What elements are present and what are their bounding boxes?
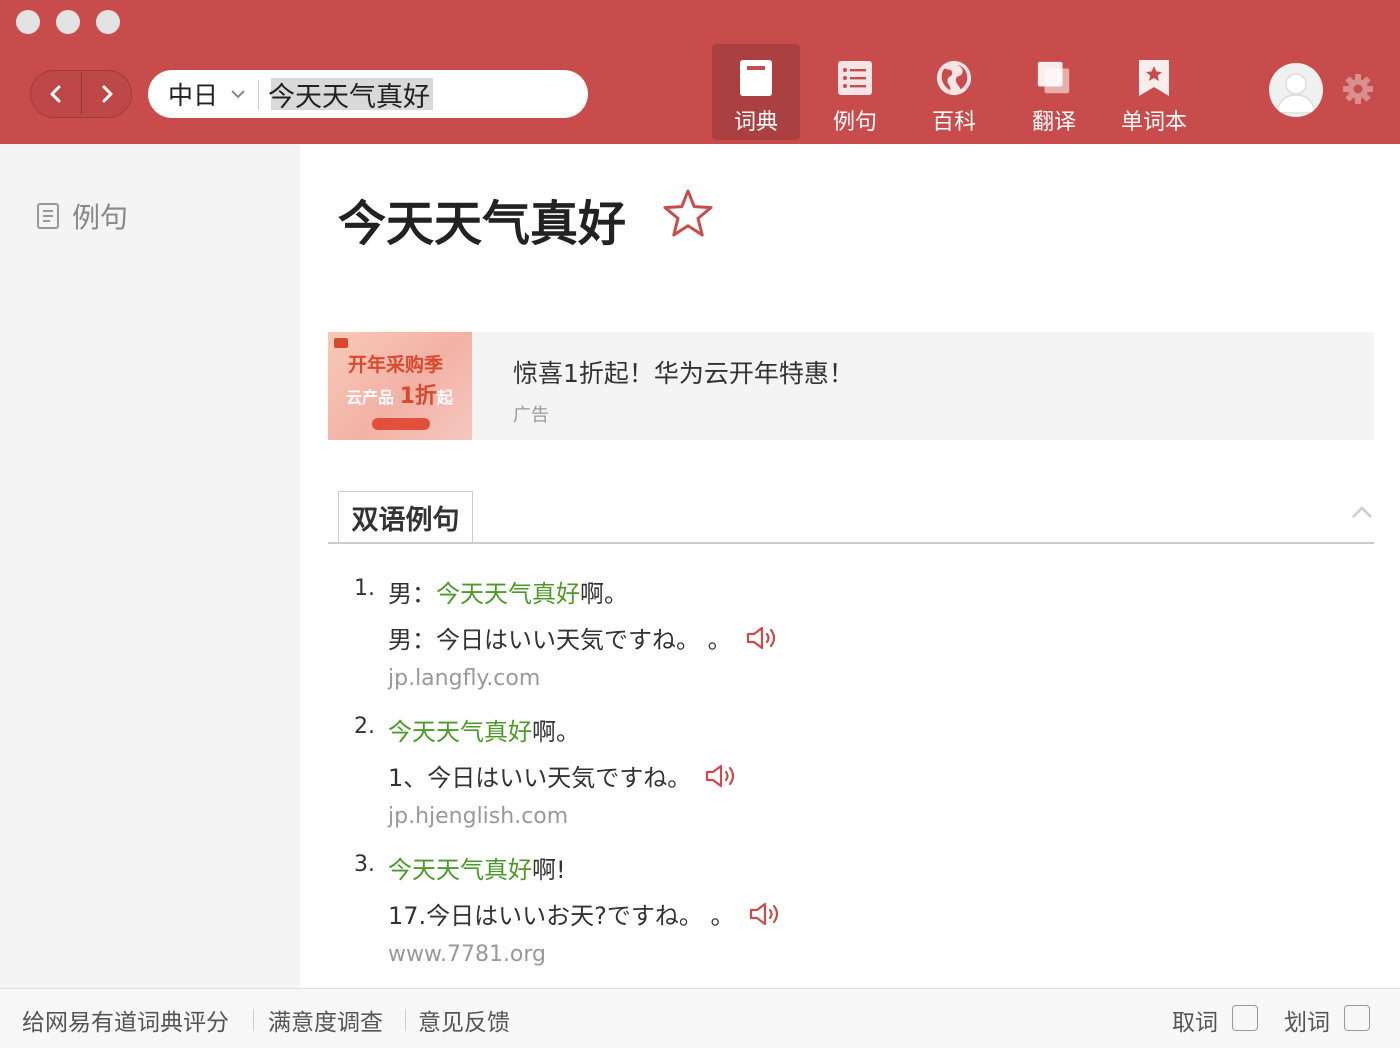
rate-app-link[interactable]: 给网易有道词典评分 bbox=[22, 1003, 229, 1037]
sidebar-item-label: 例句 bbox=[72, 201, 129, 234]
search-divider bbox=[258, 80, 259, 110]
example-source-link[interactable]: jp.langfly.com bbox=[388, 666, 540, 691]
avatar[interactable] bbox=[1269, 63, 1323, 117]
window-zoom-button[interactable] bbox=[96, 10, 120, 34]
chevron-left-icon bbox=[50, 85, 61, 102]
ad-image-text: 开年采购季 bbox=[348, 354, 444, 376]
quword-checkbox[interactable] bbox=[1232, 1005, 1258, 1031]
section-title: 双语例句 bbox=[351, 505, 460, 536]
footer-divider bbox=[253, 1009, 254, 1031]
forward-button[interactable] bbox=[82, 71, 132, 116]
tab-examples[interactable]: 例句 bbox=[811, 44, 899, 140]
speaker-icon[interactable] bbox=[705, 764, 739, 788]
example-translation-text: 1、今日はいい天気ですね。 bbox=[388, 764, 692, 792]
search-box: 中日 bbox=[148, 70, 588, 118]
chevron-up-icon[interactable] bbox=[1350, 504, 1374, 520]
main-content: 今天天气真好 开年采购季 云产品 1折起 惊喜1折起！华为云开年特惠！ 广告 双… bbox=[300, 144, 1400, 988]
footer: 给网易有道词典评分 满意度调查 意见反馈 取词 划词 bbox=[0, 988, 1400, 1048]
bookmark-icon bbox=[1139, 60, 1169, 96]
tab-dictionary[interactable]: 词典 bbox=[712, 44, 800, 140]
document-icon bbox=[37, 203, 59, 229]
back-button[interactable] bbox=[31, 71, 81, 116]
section-divider bbox=[328, 542, 1374, 544]
example-suffix: 啊。 bbox=[580, 580, 628, 608]
tab-label: 例句 bbox=[832, 110, 877, 135]
example-source-sentence: 今天天气真好啊。 bbox=[388, 712, 580, 747]
example-translation: 17.今日はいいお天?ですね。 。 bbox=[388, 896, 783, 931]
example-translation: 1、今日はいい天気ですね。 bbox=[388, 758, 739, 793]
tab-label: 词典 bbox=[733, 110, 778, 135]
example-translation-text: 男：今日はいい天気ですね。 。 bbox=[388, 626, 732, 654]
quword-label: 取词 bbox=[1172, 1010, 1218, 1036]
dictionary-icon bbox=[740, 60, 772, 96]
ad-image: 开年采购季 云产品 1折起 bbox=[328, 332, 472, 440]
ad-image-text-b: 1折 bbox=[399, 384, 437, 409]
toolbar: 中日 词典 例句 百科 翻译 单词本 bbox=[0, 0, 1400, 144]
ad-tag: 广告 bbox=[513, 405, 549, 426]
footer-divider bbox=[405, 1009, 406, 1031]
ad-image-text: 云产品 1折起 bbox=[346, 378, 453, 410]
search-input[interactable] bbox=[268, 76, 568, 112]
gear-icon[interactable] bbox=[1341, 72, 1375, 106]
window-close-button[interactable] bbox=[16, 10, 40, 34]
huawei-logo-icon bbox=[334, 338, 348, 348]
chevron-right-icon bbox=[102, 85, 113, 102]
ad-image-text-a: 云产品 bbox=[346, 388, 395, 407]
example-source-link[interactable]: jp.hjenglish.com bbox=[388, 804, 568, 829]
example-number: 2. bbox=[354, 714, 375, 739]
headword: 今天天气真好 bbox=[338, 196, 627, 252]
list-icon bbox=[838, 61, 872, 95]
feedback-link[interactable]: 意见反馈 bbox=[418, 1003, 510, 1037]
star-icon[interactable] bbox=[662, 188, 714, 240]
tab-translate[interactable]: 翻译 bbox=[1010, 44, 1098, 140]
huaci-label: 划词 bbox=[1284, 1010, 1330, 1036]
example-number: 3. bbox=[354, 852, 375, 877]
tab-bilingual-examples[interactable]: 双语例句 bbox=[338, 491, 473, 543]
ad-banner[interactable]: 开年采购季 云产品 1折起 惊喜1折起！华为云开年特惠！ 广告 bbox=[328, 332, 1374, 440]
language-select-label: 中日 bbox=[168, 81, 219, 110]
example-suffix: 啊。 bbox=[532, 718, 580, 746]
translate-icon bbox=[1037, 61, 1070, 94]
ad-image-button bbox=[372, 418, 430, 430]
language-select[interactable]: 中日 bbox=[168, 70, 246, 118]
example-source-sentence: 今天天气真好啊! bbox=[388, 850, 566, 885]
huaci-checkbox[interactable] bbox=[1344, 1005, 1370, 1031]
example-highlight: 今天天气真好 bbox=[436, 580, 580, 608]
example-highlight: 今天天气真好 bbox=[388, 856, 532, 884]
sidebar-item-examples[interactable]: 例句 bbox=[36, 196, 128, 236]
tab-encyclopedia[interactable]: 百科 bbox=[910, 44, 998, 140]
survey-link[interactable]: 满意度调查 bbox=[268, 1003, 383, 1037]
user-icon bbox=[1276, 73, 1316, 114]
tab-label: 百科 bbox=[931, 110, 976, 135]
example-suffix: 啊! bbox=[532, 856, 566, 884]
globe-icon bbox=[936, 60, 972, 96]
example-prefix: 男： bbox=[388, 580, 436, 608]
example-translation-text: 17.今日はいいお天?ですね。 。 bbox=[388, 902, 735, 930]
nav-buttons bbox=[30, 70, 132, 118]
tab-wordbook[interactable]: 单词本 bbox=[1110, 44, 1198, 140]
chevron-down-icon bbox=[231, 90, 245, 99]
example-source-sentence: 男：今天天气真好啊。 bbox=[388, 574, 628, 609]
ad-image-text-c: 起 bbox=[436, 388, 453, 407]
speaker-icon[interactable] bbox=[746, 626, 780, 650]
tab-label: 单词本 bbox=[1120, 110, 1187, 135]
tab-label: 翻译 bbox=[1031, 110, 1076, 135]
ad-title: 惊喜1折起！华为云开年特惠！ bbox=[513, 359, 854, 388]
sidebar: 例句 bbox=[0, 144, 300, 988]
example-translation: 男：今日はいい天気ですね。 。 bbox=[388, 620, 780, 655]
example-highlight: 今天天气真好 bbox=[388, 718, 532, 746]
example-source-link[interactable]: www.7781.org bbox=[388, 942, 546, 967]
speaker-icon[interactable] bbox=[749, 902, 783, 926]
window-minimize-button[interactable] bbox=[56, 10, 80, 34]
example-number: 1. bbox=[354, 576, 375, 601]
